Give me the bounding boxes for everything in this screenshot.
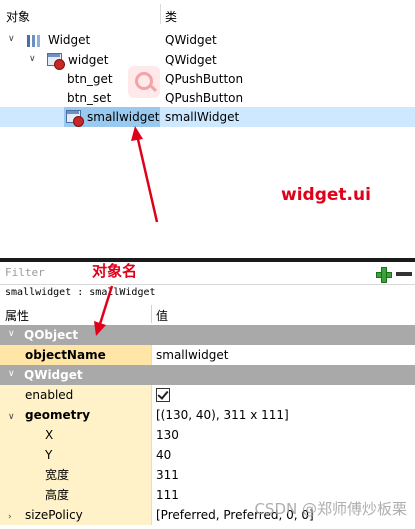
property-name-cell: › sizePolicy [0,505,151,525]
property-row-enabled[interactable]: enabled [0,385,415,405]
chevron-down-icon[interactable]: ∨ [8,369,15,379]
enabled-checkbox[interactable] [156,388,170,402]
property-value: 130 [156,428,179,442]
property-value-cell[interactable]: 130 [152,425,415,445]
property-name-cell: 高度 [0,485,151,505]
chevron-down-icon[interactable]: ∨ [8,409,15,425]
watermark-text: CSDN @郑师傅炒板栗 [254,500,407,518]
property-value: 111 [156,488,179,502]
property-name-cell: 宽度 [0,465,151,485]
property-row-x[interactable]: X 130 [0,425,415,445]
property-row-width[interactable]: 宽度 311 [0,465,415,485]
property-value: [(130, 40), 311 x 111] [156,408,289,422]
property-name: enabled [25,388,74,402]
object-inspector: 对象 类 ∨ Widget QWidget ∨ widget QWidget b… [0,0,415,258]
property-name-cell: Y [0,445,151,465]
property-value: 311 [156,468,179,482]
property-name-cell: enabled [0,385,151,405]
property-name: 高度 [45,488,70,502]
property-name-cell: ∨ geometry [0,405,151,425]
property-name: sizePolicy [25,508,83,522]
property-name-cell: X [0,425,151,445]
property-name: geometry [25,408,91,422]
property-value-cell[interactable]: [(130, 40), 311 x 111] [152,405,415,425]
annotation-arrow-down [94,285,114,336]
property-name: X [45,428,54,442]
property-value: 40 [156,448,172,462]
chevron-right-icon[interactable]: › [8,509,12,525]
annotation-arrow-up [131,126,159,223]
property-value-cell[interactable] [152,385,415,405]
group-label: QWidget [24,368,83,382]
property-name: Y [45,448,53,462]
property-row-geometry[interactable]: ∨ geometry [(130, 40), 311 x 111] [0,405,415,425]
annotation-widget-ui-label: widget.ui [281,185,371,205]
property-name: 宽度 [45,468,70,482]
property-value-cell[interactable]: 40 [152,445,415,465]
group-header-qwidget[interactable]: ∨ QWidget [0,365,415,385]
property-value-cell[interactable]: 311 [152,465,415,485]
property-row-y[interactable]: Y 40 [0,445,415,465]
